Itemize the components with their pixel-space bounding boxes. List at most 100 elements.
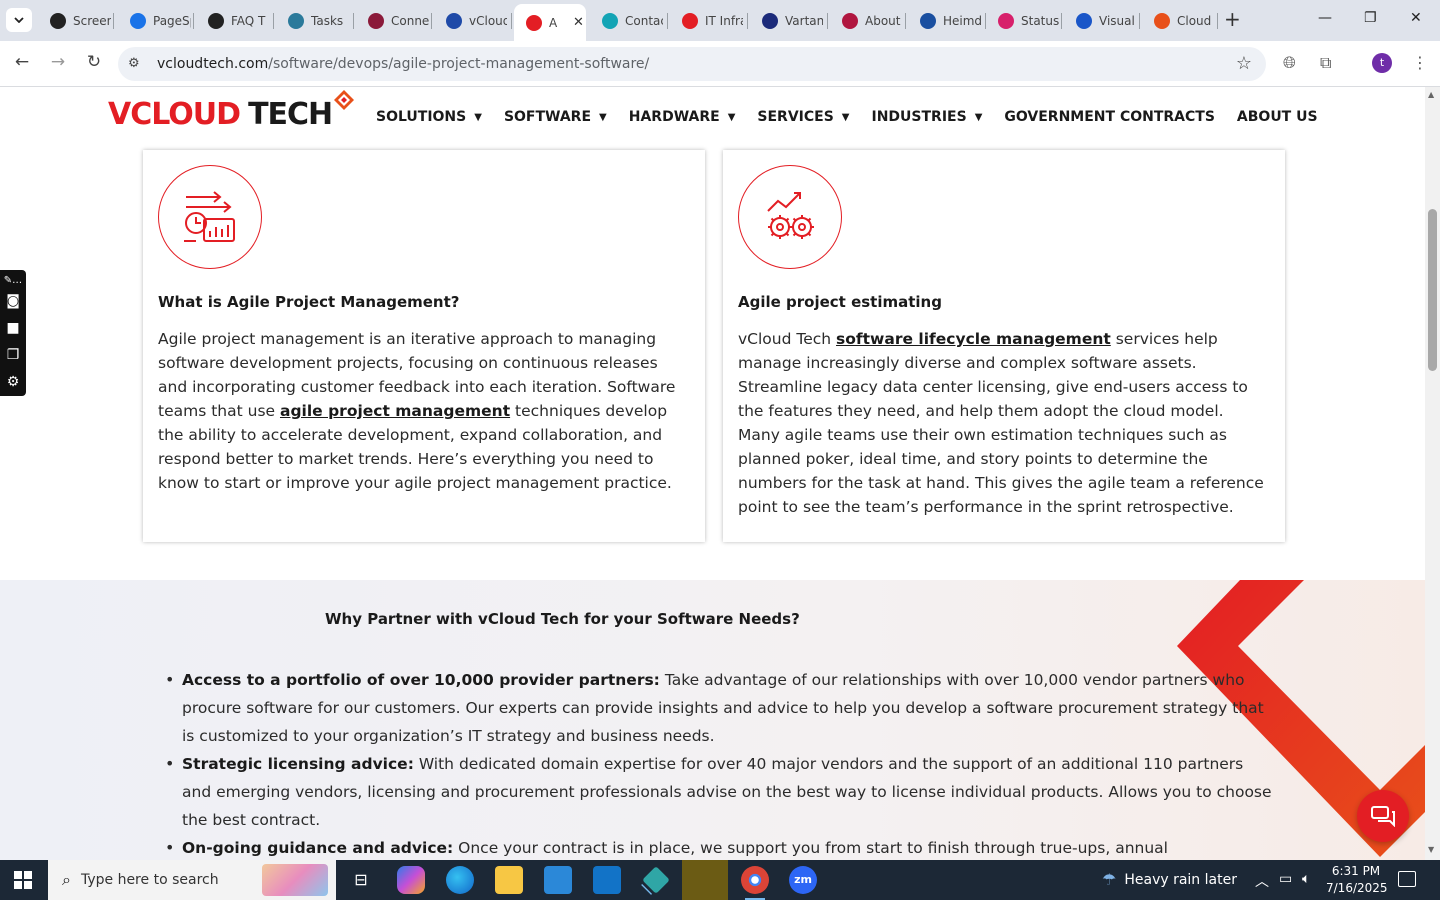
browser-tab-strip: ScreenPageSpeedFAQ TTasksConnectvCloudA✕… [0,0,1440,41]
minimize-icon[interactable]: — [1318,10,1332,26]
taskbar-clock[interactable]: 6:31 PM 7/16/2025 [1326,863,1388,897]
chat-bubbles-icon [1371,806,1395,827]
close-window-icon[interactable]: ✕ [1410,10,1422,26]
card-body-text: vCloud Tech [738,330,837,348]
browser-tab[interactable]: Cloud [1142,6,1218,35]
nav-item-software[interactable]: SOFTWARE ▼ [504,109,607,125]
edge-browser-icon[interactable] [446,866,474,894]
url-text[interactable]: vcloudtech.com/software/devops/agile-pro… [157,56,649,72]
tab-favicon-icon [288,12,304,29]
microsoft-store-icon[interactable] [544,866,572,894]
tab-favicon-icon [920,12,936,29]
tab-favicon-icon [602,12,618,29]
sticky-notes-icon[interactable] [682,860,728,900]
chrome-browser-icon[interactable] [741,866,769,900]
logo-cloud-mark-icon [334,90,354,110]
bookmark-star-icon[interactable]: ☆ [1236,53,1252,74]
card-title: Agile project estimating [738,293,942,311]
back-arrow-icon[interactable]: ← [10,52,34,72]
translate-globe-icon[interactable]: 🌐︎ [1283,53,1296,73]
camera-icon[interactable]: ◙ [6,288,20,315]
tab-close-icon[interactable]: ✕ [573,15,584,30]
nav-item-solutions[interactable]: SOLUTIONS ▼ [376,109,482,125]
settings-gear-icon[interactable]: ⚙ [7,369,20,396]
nav-item-services[interactable]: SERVICES ▼ [757,109,849,125]
nav-item-government-contracts[interactable]: GOVERNMENT CONTRACTS [1004,109,1215,125]
card-agile-project-management: What is Agile Project Management? Agile … [143,150,705,542]
tray-chevron-up-icon[interactable]: ︿ [1255,871,1269,891]
volume-icon[interactable]: 🔈︎ [1302,871,1310,887]
software-lifecycle-management-link[interactable]: software lifecycle management [836,330,1111,348]
profile-avatar[interactable]: t [1372,53,1392,73]
browser-tab[interactable]: Contact [590,6,668,35]
tab-label: Visual [1099,13,1135,28]
tab-label: A [549,15,558,30]
nav-item-hardware[interactable]: HARDWARE ▼ [629,109,736,125]
browser-tab[interactable]: Heimdal [908,6,986,35]
tab-favicon-icon [842,12,858,29]
new-tab-plus-icon[interactable]: + [1224,9,1241,29]
browser-tab[interactable]: Status [986,6,1062,35]
mail-icon[interactable] [593,866,621,894]
window-icon[interactable]: ❐ [7,342,20,369]
restore-icon[interactable]: ❐ [1364,10,1377,26]
taskbar-search-box[interactable]: ⌕ Type here to search [48,860,336,900]
clock-date: 7/16/2025 [1326,881,1388,895]
browser-tab[interactable]: Tasks [276,6,354,35]
browser-tab[interactable]: About [830,6,906,35]
card-body-text: services help manage increasingly divers… [738,330,1264,516]
tab-favicon-icon [998,12,1014,29]
scroll-thumb[interactable] [1428,209,1437,371]
browser-tab[interactable]: IT Infra [670,6,748,35]
network-icon[interactable]: ▭ [1279,871,1292,887]
scroll-up-arrow-icon[interactable]: ▲ [1428,90,1434,99]
scroll-down-arrow-icon[interactable]: ▼ [1428,845,1434,854]
reload-icon[interactable]: ↻ [82,52,106,72]
browser-tab[interactable]: Connect [356,6,432,35]
browser-tab[interactable]: vCloud [434,6,512,35]
browser-tab[interactable]: Screen [38,6,114,35]
address-bar[interactable]: ⚙ vcloudtech.com/software/devops/agile-p… [118,47,1266,81]
task-view-icon[interactable]: ⊟ [347,866,375,894]
nav-item-label: GOVERNMENT CONTRACTS [1004,109,1215,125]
clock-time: 6:31 PM [1331,864,1381,878]
tab-search-button[interactable] [6,8,32,32]
browser-menu-icon[interactable]: ⋮ [1412,53,1428,72]
extensions-puzzle-icon[interactable]: ⧉ [1320,53,1331,73]
card-icon-frame [158,165,262,269]
nav-item-label: INDUSTRIES [871,109,967,125]
chat-button[interactable] [1357,790,1409,842]
site-settings-icon[interactable]: ⚙ [128,56,140,71]
tab-favicon-icon [682,12,698,29]
list-item-heading: Strategic licensing advice: [182,755,414,773]
browser-tab[interactable]: PageSpeed [118,6,194,35]
agile-project-management-link[interactable]: agile project management [280,402,510,420]
nav-item-about-us[interactable]: ABOUT US [1237,109,1318,125]
forward-arrow-icon[interactable]: → [46,52,70,72]
browser-tab[interactable]: FAQ T [196,6,274,35]
caret-down-icon: ▼ [474,111,482,123]
page-scrollbar[interactable]: ▲ ▼ [1425,87,1440,860]
weather-widget[interactable]: ☂ Heavy rain later [1102,870,1237,889]
caret-down-icon: ▼ [841,111,850,123]
project-timeline-chart-icon [184,191,235,242]
notifications-icon[interactable] [1398,871,1416,887]
browser-tab[interactable]: Visual [1064,6,1140,35]
video-camera-icon[interactable]: ■ [6,315,19,342]
windows-start-icon[interactable] [14,871,32,889]
nav-item-industries[interactable]: INDUSTRIES ▼ [872,109,983,125]
app-diamond-icon[interactable] [642,866,670,894]
copilot-icon[interactable] [397,866,425,894]
vcloud-tech-logo[interactable]: VCLOUD TECH [108,97,333,141]
tab-label: Cloud [1177,13,1212,28]
screen-recorder-toolbar: ✎… ◙ ■ ❐ ⚙ [0,270,26,396]
pen-icon[interactable]: ✎… [4,274,22,288]
list-item-heading: Access to a portfolio of over 10,000 pro… [182,671,660,689]
browser-tab[interactable]: A ✕ [514,4,586,41]
nav-item-label: HARDWARE [628,109,720,125]
zoom-app-icon[interactable]: zm [789,866,817,894]
chevron-down-icon [14,17,24,23]
tab-label: Screen [73,13,111,28]
browser-tab[interactable]: Vartana [750,6,828,35]
file-explorer-icon[interactable] [495,866,523,894]
